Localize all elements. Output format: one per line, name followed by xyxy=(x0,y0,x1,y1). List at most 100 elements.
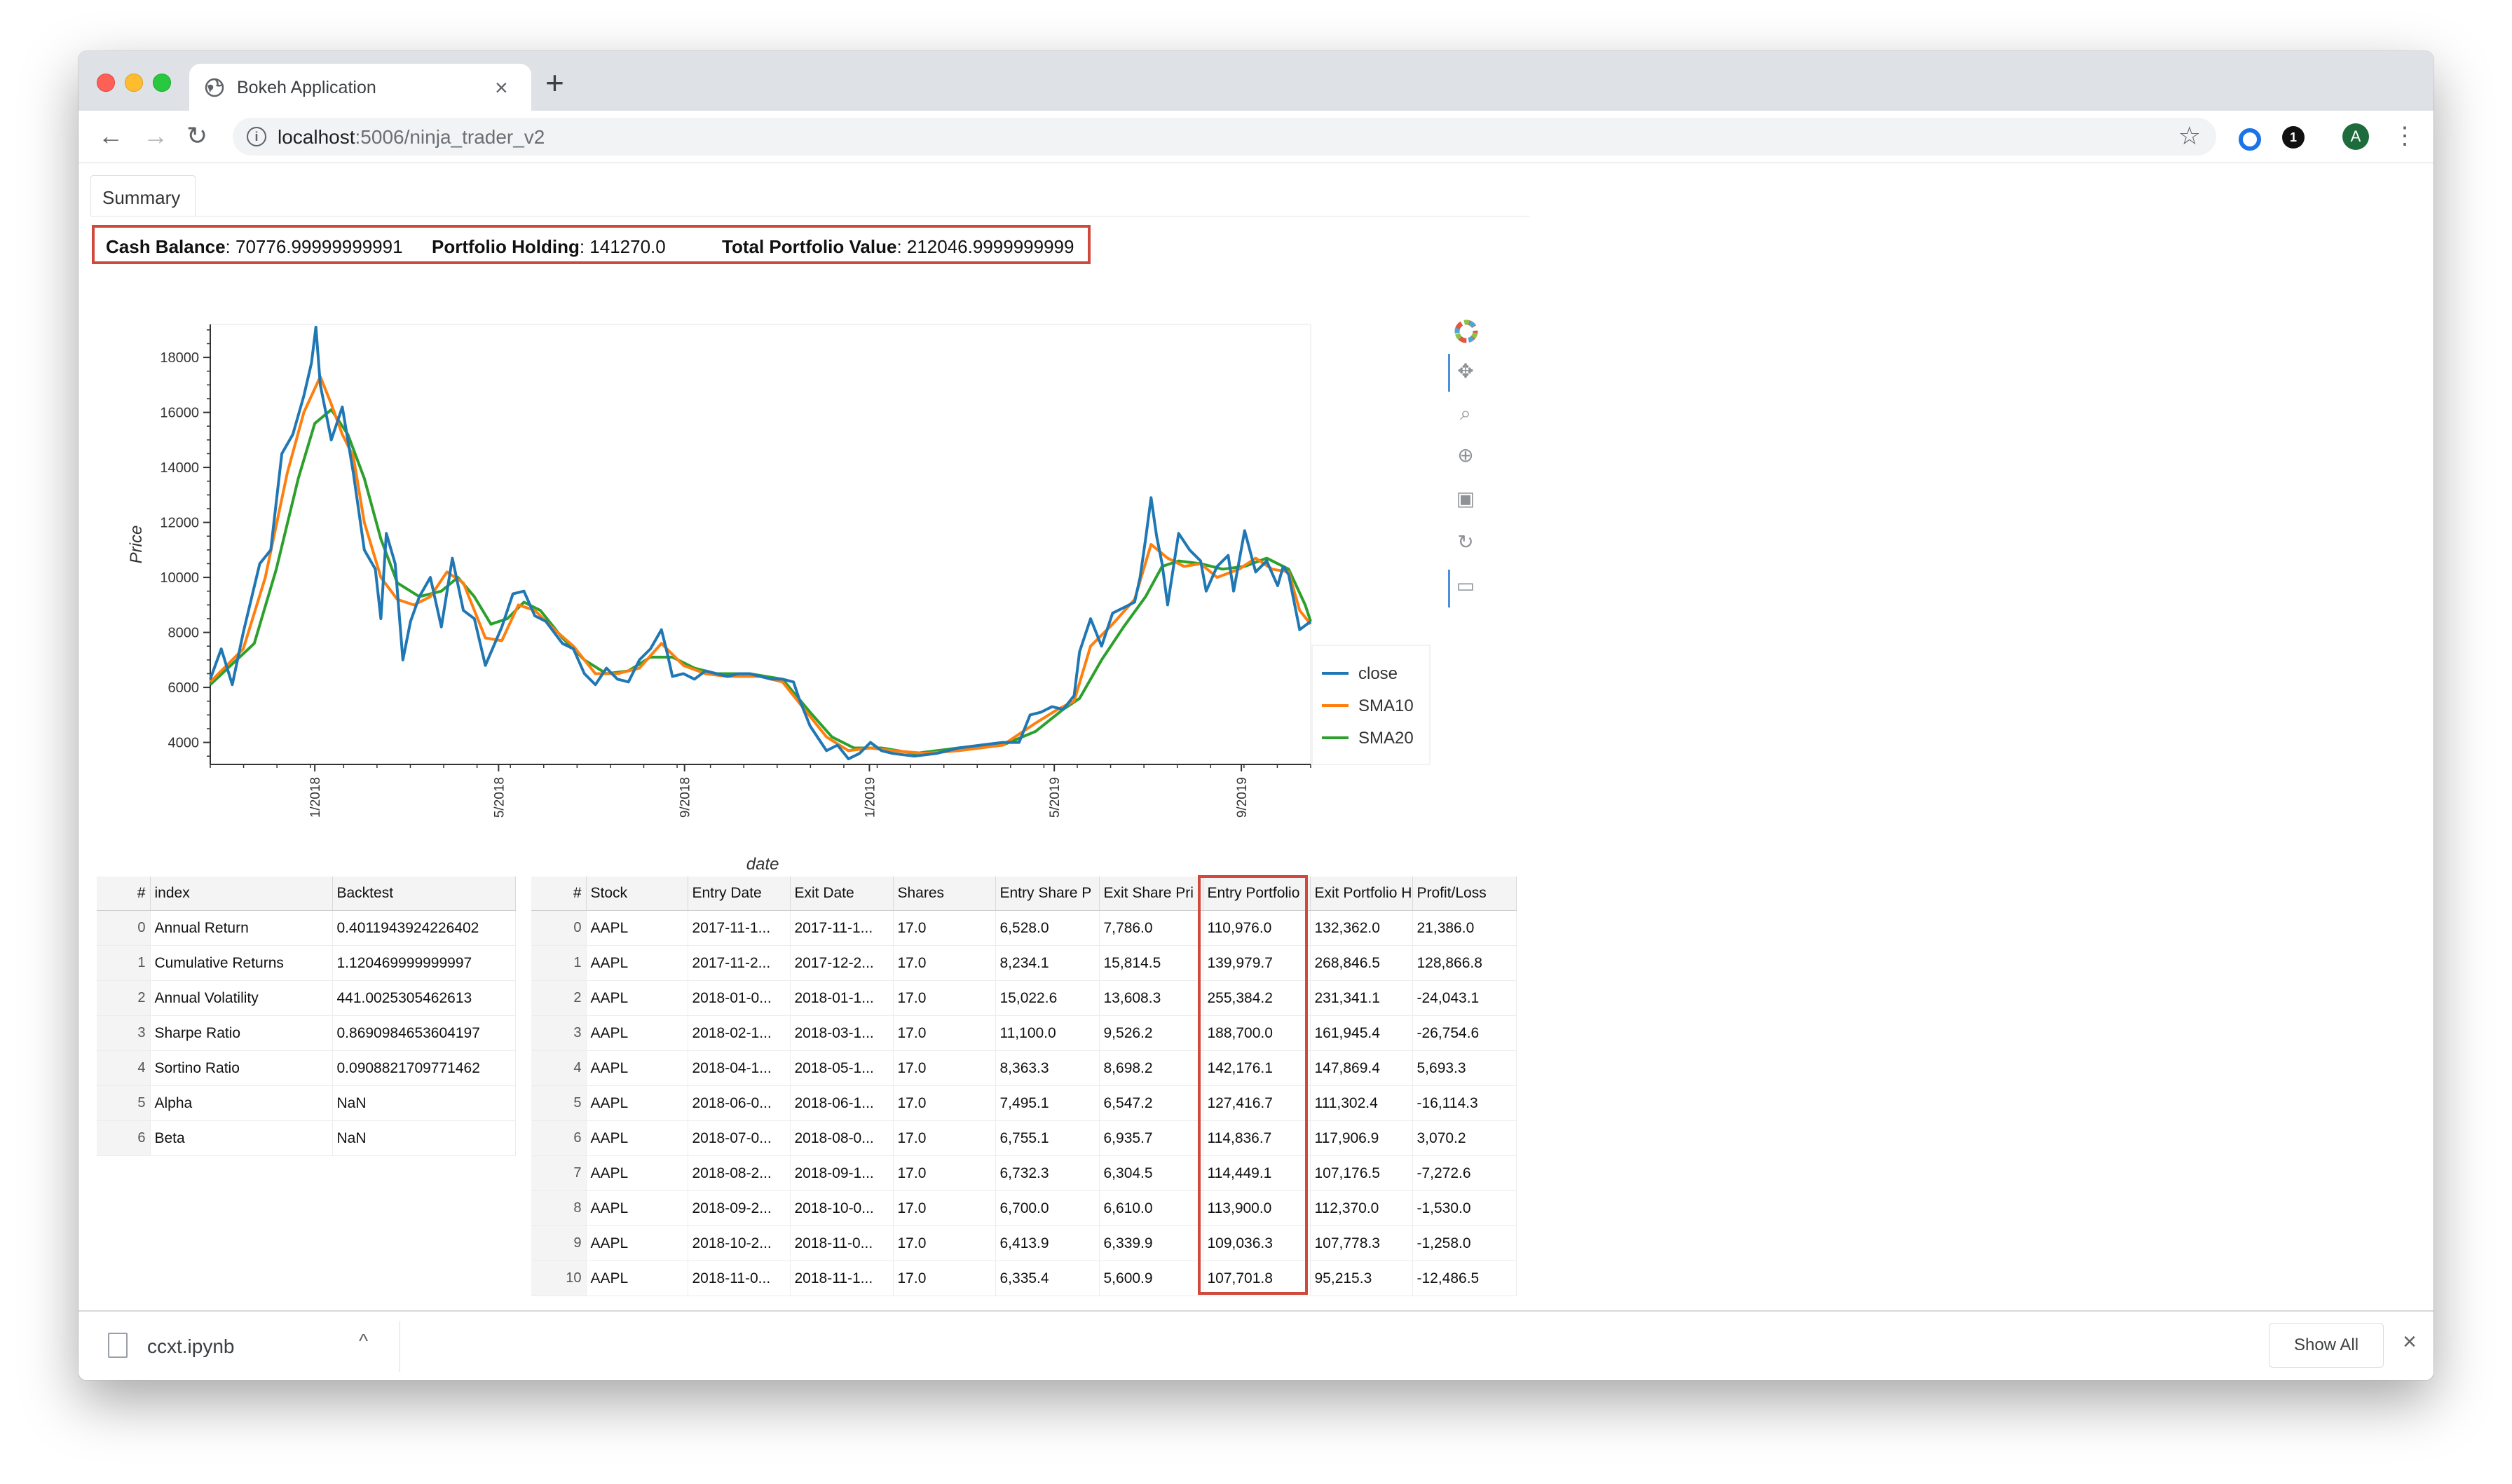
trades-cell[interactable]: 6,732.3 xyxy=(995,1155,1100,1191)
reload-icon[interactable]: ↻ xyxy=(186,121,207,151)
trades-row[interactable]: 2 AAPL 2018-01-0... 2018-01-1... 17.0 15,022.… xyxy=(531,980,1517,1016)
browser-tab[interactable]: Bokeh Application × xyxy=(189,64,531,111)
tab-close-icon[interactable]: × xyxy=(495,74,508,102)
save-tool-icon[interactable]: ▣ xyxy=(1454,487,1477,511)
trades-cell[interactable]: -7,272.6 xyxy=(1412,1155,1517,1191)
trades-cell[interactable]: 8,698.2 xyxy=(1099,1050,1203,1086)
trades-cell[interactable]: 6,935.7 xyxy=(1099,1120,1203,1156)
trades-cell[interactable]: 6,700.0 xyxy=(995,1190,1100,1226)
legend-label[interactable]: SMA10 xyxy=(1358,696,1414,715)
trades-cell[interactable]: 127,416.7 xyxy=(1203,1085,1311,1121)
close-download-bar-icon[interactable]: × xyxy=(2403,1328,2417,1356)
trades-cell[interactable]: AAPL xyxy=(586,945,688,981)
trades-cell[interactable]: 114,836.7 xyxy=(1203,1120,1311,1156)
backtest-cell[interactable]: Annual Return xyxy=(150,910,333,946)
trades-cell[interactable]: 6,547.2 xyxy=(1099,1085,1203,1121)
backtest-cell[interactable]: NaN xyxy=(332,1085,516,1121)
backtest-row[interactable]: 3 Sharpe Ratio 0.8690984653604197 xyxy=(97,1015,516,1051)
trades-cell[interactable]: AAPL xyxy=(586,1260,688,1296)
trades-cell[interactable]: 109,036.3 xyxy=(1203,1225,1311,1261)
trades-cell[interactable]: 5,693.3 xyxy=(1412,1050,1517,1086)
trades-cell[interactable]: 2018-09-1... xyxy=(790,1155,894,1191)
trades-cell[interactable]: 17.0 xyxy=(893,980,996,1016)
trades-cell[interactable]: -1,258.0 xyxy=(1412,1225,1517,1261)
trades-cell[interactable]: AAPL xyxy=(586,1015,688,1051)
trades-cell[interactable]: 6,339.9 xyxy=(1099,1225,1203,1261)
box-zoom-tool-icon[interactable]: ⌕ xyxy=(1454,401,1477,425)
trades-row[interactable]: 4 AAPL 2018-04-1... 2018-05-1... 17.0 8,363.3… xyxy=(531,1050,1517,1086)
trades-cell[interactable]: 7,495.1 xyxy=(995,1085,1100,1121)
trades-cell[interactable]: 17.0 xyxy=(893,1050,996,1086)
trades-cell[interactable]: 110,976.0 xyxy=(1203,910,1311,946)
trades-cell[interactable]: 2018-06-1... xyxy=(790,1085,894,1121)
trades-cell[interactable]: 17.0 xyxy=(893,1085,996,1121)
trades-cell[interactable]: 21,386.0 xyxy=(1412,910,1517,946)
trades-cell[interactable]: 6,304.5 xyxy=(1099,1155,1203,1191)
backtest-header[interactable]: # xyxy=(97,877,151,911)
trades-cell[interactable]: 17.0 xyxy=(893,1225,996,1261)
address-bar[interactable]: i localhost:5006/ninja_trader_v2 ☆ xyxy=(233,118,2216,156)
backtest-row[interactable]: 2 Annual Volatility 441.0025305462613 xyxy=(97,980,516,1016)
tab-summary[interactable]: Summary xyxy=(90,175,196,217)
legend-label[interactable]: SMA20 xyxy=(1358,729,1414,748)
trades-cell[interactable]: 2018-03-1... xyxy=(790,1015,894,1051)
trades-cell[interactable]: 7,786.0 xyxy=(1099,910,1203,946)
extension-circle-icon[interactable] xyxy=(2239,128,2261,151)
bookmark-star-icon[interactable]: ☆ xyxy=(2178,121,2201,151)
backtest-row[interactable]: 5 Alpha NaN xyxy=(97,1085,516,1121)
backtest-row[interactable]: 0 Annual Return 0.4011943924226402 xyxy=(97,910,516,946)
trades-cell[interactable]: 139,979.7 xyxy=(1203,945,1311,981)
download-file-name[interactable]: ccxt.ipynb xyxy=(147,1335,235,1358)
trades-cell[interactable]: 132,362.0 xyxy=(1310,910,1413,946)
trades-header[interactable]: Entry Portfolio xyxy=(1203,877,1311,911)
backtest-row[interactable]: 1 Cumulative Returns 1.120469999999997 xyxy=(97,945,516,981)
maximize-window-button[interactable] xyxy=(153,74,171,92)
trades-cell[interactable]: 6,528.0 xyxy=(995,910,1100,946)
backtest-row[interactable]: 6 Beta NaN xyxy=(97,1120,516,1156)
trades-cell[interactable]: 3,070.2 xyxy=(1412,1120,1517,1156)
trades-cell[interactable]: 107,701.8 xyxy=(1203,1260,1311,1296)
trades-cell[interactable]: 255,384.2 xyxy=(1203,980,1311,1016)
trades-cell[interactable]: 5,600.9 xyxy=(1099,1260,1203,1296)
trades-cell[interactable]: AAPL xyxy=(586,910,688,946)
forward-arrow-icon[interactable]: → xyxy=(143,121,168,151)
trades-cell[interactable]: 2018-05-1... xyxy=(790,1050,894,1086)
trades-row[interactable]: 7 AAPL 2018-08-2... 2018-09-1... 17.0 6,732.3… xyxy=(531,1155,1517,1191)
trades-cell[interactable]: AAPL xyxy=(586,1225,688,1261)
backtest-cell[interactable]: Annual Volatility xyxy=(150,980,333,1016)
trades-cell[interactable]: 6,610.0 xyxy=(1099,1190,1203,1226)
trades-cell[interactable]: 2018-10-0... xyxy=(790,1190,894,1226)
trades-cell[interactable]: 107,778.3 xyxy=(1310,1225,1413,1261)
trades-cell[interactable]: 95,215.3 xyxy=(1310,1260,1413,1296)
trades-cell[interactable]: 2018-11-1... xyxy=(790,1260,894,1296)
trades-cell[interactable]: 9,526.2 xyxy=(1099,1015,1203,1051)
trades-cell[interactable]: -26,754.6 xyxy=(1412,1015,1517,1051)
trades-cell[interactable]: 17.0 xyxy=(893,1120,996,1156)
trades-cell[interactable]: AAPL xyxy=(586,1155,688,1191)
profile-avatar[interactable]: A xyxy=(2342,123,2369,150)
backtest-cell[interactable]: Sortino Ratio xyxy=(150,1050,333,1086)
trades-cell[interactable]: 2017-11-2... xyxy=(688,945,791,981)
bokeh-logo-icon[interactable] xyxy=(1452,317,1480,345)
trades-cell[interactable]: -12,486.5 xyxy=(1412,1260,1517,1296)
trades-cell[interactable]: 2018-01-0... xyxy=(688,980,791,1016)
trades-cell[interactable]: 2017-11-1... xyxy=(688,910,791,946)
backtest-cell[interactable]: NaN xyxy=(332,1120,516,1156)
trades-cell[interactable]: 111,302.4 xyxy=(1310,1085,1413,1121)
trades-header[interactable]: Shares xyxy=(893,877,996,911)
trades-cell[interactable]: 268,846.5 xyxy=(1310,945,1413,981)
trades-cell[interactable]: 2018-07-0... xyxy=(688,1120,791,1156)
legend-label[interactable]: close xyxy=(1358,664,1398,683)
trades-row[interactable]: 3 AAPL 2018-02-1... 2018-03-1... 17.0 11,100.… xyxy=(531,1015,1517,1051)
backtest-cell[interactable]: 0.4011943924226402 xyxy=(332,910,516,946)
extension-1password-icon[interactable]: 1 xyxy=(2282,126,2305,149)
wheel-zoom-tool-icon[interactable]: ⊕ xyxy=(1454,444,1477,467)
trades-cell[interactable]: 2018-08-2... xyxy=(688,1155,791,1191)
trades-header[interactable]: Entry Date xyxy=(688,877,791,911)
browser-menu-icon[interactable]: ⋮ xyxy=(2393,121,2417,151)
trades-cell[interactable]: 112,370.0 xyxy=(1310,1190,1413,1226)
trades-cell[interactable]: 2018-04-1... xyxy=(688,1050,791,1086)
trades-cell[interactable]: AAPL xyxy=(586,1050,688,1086)
trades-cell[interactable]: 13,608.3 xyxy=(1099,980,1203,1016)
backtest-cell[interactable]: Alpha xyxy=(150,1085,333,1121)
